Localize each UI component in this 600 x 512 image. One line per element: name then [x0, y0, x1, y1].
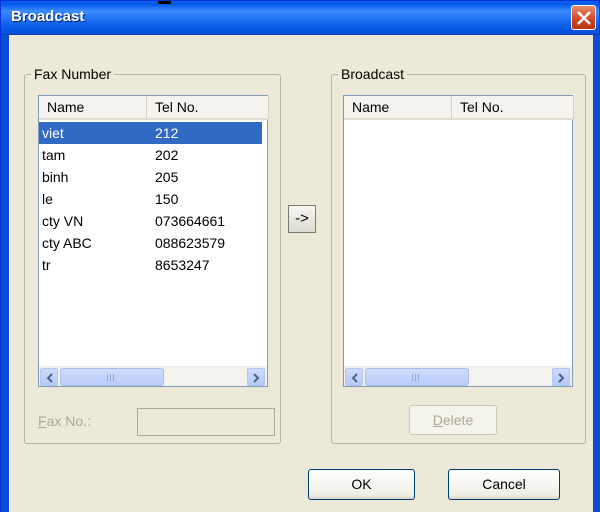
- delete-mnemonic: D: [432, 412, 443, 428]
- fax-number-group: Fax Number Name Tel No. viet 212 tam 202 bin…: [24, 66, 281, 444]
- broadcast-dialog: Broadcast Fax Number Name Tel No. viet 21…: [0, 0, 600, 512]
- fax-list-header: Name Tel No.: [39, 96, 269, 120]
- row-name: viet: [39, 122, 147, 144]
- scroll-right-button[interactable]: [247, 368, 265, 386]
- scroll-left-button[interactable]: [345, 368, 363, 386]
- delete-button[interactable]: Delete: [409, 405, 497, 435]
- fax-list-row[interactable]: binh 205: [39, 166, 262, 188]
- broadcast-list-header: Name Tel No.: [344, 96, 574, 120]
- fax-list-row[interactable]: cty ABC 088623579: [39, 232, 262, 254]
- fax-list-row[interactable]: tam 202: [39, 144, 262, 166]
- chevron-right-icon: [253, 373, 260, 383]
- fax-no-label-text: ax No.:: [46, 413, 91, 429]
- column-header-name[interactable]: Name: [344, 96, 452, 120]
- fax-number-group-label: Fax Number: [31, 66, 115, 82]
- cancel-button[interactable]: Cancel: [448, 469, 560, 500]
- window-title: Broadcast: [11, 8, 85, 25]
- fax-list-hscrollbar[interactable]: [39, 366, 267, 386]
- window-left-border: [1, 35, 9, 512]
- row-name: tr: [42, 257, 51, 273]
- fax-list-row[interactable]: cty VN 073664661: [39, 210, 262, 232]
- fax-list-row[interactable]: tr 8653247: [39, 254, 262, 276]
- scroll-thumb[interactable]: [365, 368, 469, 386]
- row-name: cty ABC: [42, 235, 92, 251]
- row-name: binh: [42, 169, 69, 185]
- row-name: tam: [42, 147, 66, 163]
- row-tel: 150: [155, 191, 179, 207]
- broadcast-group-label: Broadcast: [338, 66, 408, 82]
- chevron-left-icon: [351, 373, 358, 383]
- dialog-body: Fax Number Name Tel No. viet 212 tam 202 bin…: [9, 35, 593, 512]
- fax-no-label: Fax No.:: [38, 413, 91, 429]
- scroll-right-button[interactable]: [552, 368, 570, 386]
- row-name: le: [42, 191, 53, 207]
- fax-list-rows: viet 212 tam 202 binh 205 le 150 cty VN 073664661…: [39, 122, 262, 276]
- scroll-thumb[interactable]: [60, 368, 164, 386]
- add-to-broadcast-button[interactable]: ->: [288, 205, 316, 233]
- title-bar[interactable]: Broadcast: [1, 1, 599, 35]
- title-bar-mark: [158, 1, 171, 4]
- fax-no-label-mnemonic: F: [38, 413, 47, 429]
- column-header-name[interactable]: Name: [39, 96, 147, 120]
- grip-icon: [107, 374, 117, 382]
- close-icon: [577, 11, 591, 25]
- window-right-border: [593, 35, 600, 512]
- delete-label: elete: [442, 412, 474, 428]
- chevron-left-icon: [46, 373, 53, 383]
- grip-icon: [412, 374, 422, 382]
- row-tel: 212: [147, 122, 262, 144]
- close-button[interactable]: [571, 5, 596, 30]
- row-tel: 073664661: [155, 213, 226, 229]
- fax-list-row[interactable]: le 150: [39, 188, 262, 210]
- column-header-tel[interactable]: Tel No.: [147, 96, 269, 120]
- scroll-left-button[interactable]: [40, 368, 58, 386]
- broadcast-list-hscrollbar[interactable]: [344, 366, 572, 386]
- row-tel: 088623579: [155, 235, 226, 251]
- row-tel: 8653247: [155, 257, 210, 273]
- row-name: cty VN: [42, 213, 84, 229]
- chevron-right-icon: [558, 373, 565, 383]
- fax-list-row[interactable]: viet 212: [39, 122, 262, 144]
- row-tel: 202: [155, 147, 179, 163]
- ok-button[interactable]: OK: [308, 469, 415, 500]
- fax-number-list[interactable]: Name Tel No. viet 212 tam 202 binh 205 le 150 ct…: [38, 95, 269, 387]
- row-tel: 205: [155, 169, 179, 185]
- broadcast-list[interactable]: Name Tel No.: [343, 95, 574, 387]
- column-header-tel[interactable]: Tel No.: [452, 96, 574, 120]
- broadcast-group: Broadcast Name Tel No. Delete: [331, 66, 586, 444]
- fax-no-input[interactable]: [137, 408, 275, 436]
